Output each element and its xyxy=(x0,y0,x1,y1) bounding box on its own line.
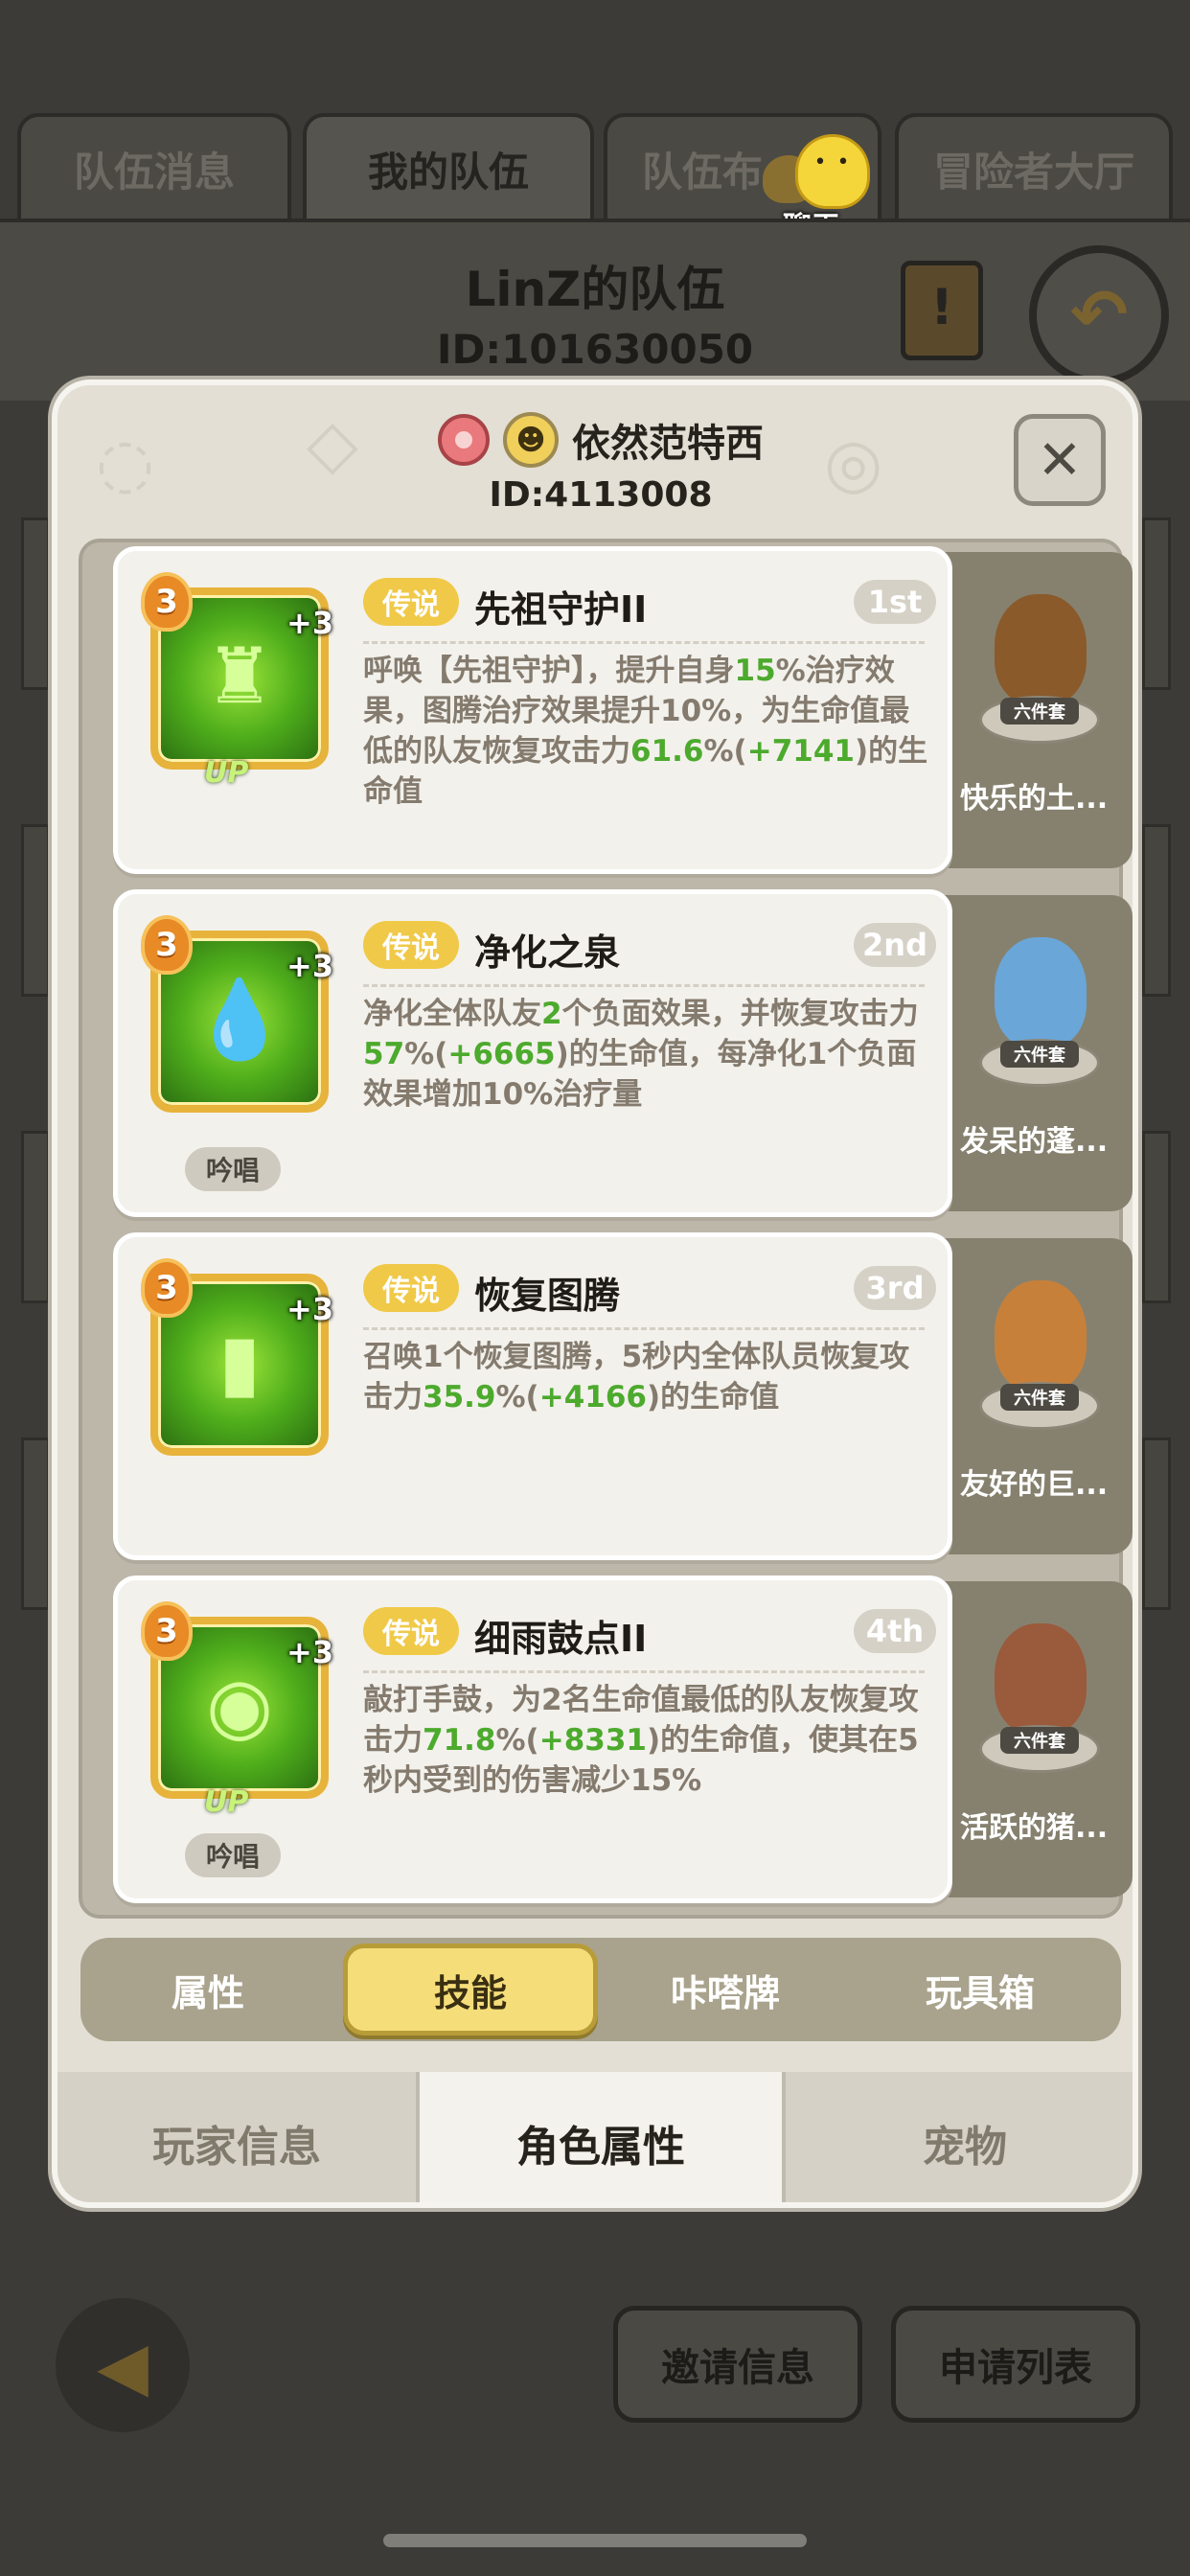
tab-player-info[interactable]: 玩家信息 xyxy=(57,2072,416,2202)
side-decoration xyxy=(21,1131,50,1303)
side-decoration xyxy=(1142,1131,1171,1303)
side-decoration xyxy=(1142,1438,1171,1610)
rarity-badge: 传说 xyxy=(363,578,459,626)
totem-pole-icon: ▮ xyxy=(217,1318,262,1407)
skill-description: 敲打手鼓，为2名生命值最低的队友恢复攻击力71.8%(+8331)的生命值，使其… xyxy=(363,1683,919,1798)
skill-list[interactable]: 六件套 快乐的土... 六件套 发呆的蓬... 六件套 友好的巨... 六件套 … xyxy=(79,539,1133,1919)
rarity-badge: 传说 xyxy=(363,921,459,969)
skill-card[interactable]: ◉ UP 3 +3 吟唱 传说 细雨鼓点II 4th 敲打手鼓，为2名生命值最低… xyxy=(113,1576,952,1903)
skill-title: 细雨鼓点II xyxy=(474,1618,648,1660)
player-info-modal: ◌ ◇ ◎ ☻ 依然范特西 ID:4113008 ✕ 六件套 快乐的土... 六… xyxy=(52,380,1138,2208)
totem-icon: ♜ xyxy=(205,632,274,721)
skill-title: 恢复图腾 xyxy=(474,1275,621,1317)
tab-adventurer-hall[interactable]: 冒险者大厅 xyxy=(895,113,1173,220)
pet-name: 活跃的猪... xyxy=(960,1811,1109,1845)
plus-level: +3 xyxy=(286,605,334,641)
skill-card[interactable]: ♜ UP 3 +3 传说 先祖守护II 1st 呼唤【先祖守护】，提升自身15%… xyxy=(113,546,952,874)
level-badge: 3 xyxy=(141,1258,193,1318)
pet-name: 快乐的土... xyxy=(960,782,1109,816)
side-decoration xyxy=(1142,518,1171,690)
pet-icon xyxy=(995,1623,1087,1735)
pet-icon xyxy=(995,1280,1087,1392)
level-badge: 3 xyxy=(141,1601,193,1661)
divider xyxy=(363,641,925,644)
plus-level: +3 xyxy=(286,948,334,984)
pet-set-badge: 六件套 xyxy=(1000,1384,1079,1411)
tab-my-team[interactable]: 我的队伍 xyxy=(303,113,594,220)
close-button[interactable]: ✕ xyxy=(1014,414,1106,506)
rank-badge: 3rd xyxy=(854,1266,936,1310)
pet-slot[interactable]: 六件套 活跃的猪... xyxy=(941,1581,1133,1898)
side-decoration xyxy=(1142,824,1171,997)
team-name: LinZ的队伍 xyxy=(465,262,725,317)
side-decoration xyxy=(21,1438,50,1610)
tab-toybox[interactable]: 玩具箱 xyxy=(853,1938,1108,2041)
divider xyxy=(363,1327,925,1330)
pet-set-badge: 六件套 xyxy=(1000,698,1079,724)
upgrade-tag: UP xyxy=(204,1785,249,1819)
plus-level: +3 xyxy=(286,1634,334,1670)
skill-card[interactable]: 💧 3 +3 吟唱 传说 净化之泉 2nd 净化全体队友2个负面效果，并恢复攻击… xyxy=(113,889,952,1217)
side-decoration xyxy=(21,518,50,690)
pet-slot[interactable]: 六件套 友好的巨... xyxy=(941,1238,1133,1554)
bottom-tab-bar: 玩家信息 角色属性 宠物 xyxy=(57,2072,1133,2202)
rank-badge: 1st xyxy=(854,580,936,624)
home-indicator[interactable] xyxy=(383,2534,807,2547)
player-id: ID:4113008 xyxy=(489,475,713,515)
skill-description: 呼唤【先祖守护】，提升自身15%治疗效果，图腾治疗效果提升10%，为生命值最低的… xyxy=(363,654,928,809)
pet-figure: 六件套 xyxy=(979,1271,1100,1434)
rarity-badge: 传说 xyxy=(363,1607,459,1655)
side-decoration xyxy=(21,824,50,997)
scroll-icon[interactable] xyxy=(901,261,983,360)
tab-attributes[interactable]: 属性 xyxy=(80,1938,335,2041)
pet-slot[interactable]: 六件套 快乐的土... xyxy=(941,552,1133,868)
back-arrow-icon[interactable] xyxy=(56,2298,190,2432)
drum-icon: ◉ xyxy=(206,1661,273,1750)
pet-slot[interactable]: 六件套 发呆的蓬... xyxy=(941,895,1133,1211)
tab-pets[interactable]: 宠物 xyxy=(786,2072,1133,2202)
apply-list-button[interactable]: 申请列表 xyxy=(891,2306,1140,2423)
invite-info-button[interactable]: 邀请信息 xyxy=(613,2306,862,2423)
chant-badge: 吟唱 xyxy=(185,1147,281,1191)
plus-level: +3 xyxy=(286,1291,334,1327)
divider xyxy=(363,984,925,987)
tab-character-attributes[interactable]: 角色属性 xyxy=(416,2072,786,2202)
skill-description: 召唤1个恢复图腾，5秒内全体队员恢复攻击力35.9%(+4166)的生命值 xyxy=(363,1340,910,1414)
tab-team-messages[interactable]: 队伍消息 xyxy=(17,113,291,220)
key-icon xyxy=(438,414,490,466)
pet-icon xyxy=(995,594,1087,705)
pet-icon xyxy=(995,937,1087,1048)
upgrade-tag: UP xyxy=(204,756,249,790)
team-id: ID:101630050 xyxy=(436,326,754,373)
pet-figure: 六件套 xyxy=(979,1614,1100,1777)
rank-badge: 4th xyxy=(854,1609,936,1653)
tab-cards[interactable]: 咔嗒牌 xyxy=(598,1938,853,2041)
skill-title: 先祖守护II xyxy=(474,588,648,631)
pet-figure: 六件套 xyxy=(979,928,1100,1091)
tab-skills[interactable]: 技能 xyxy=(343,1944,598,2036)
chant-badge: 吟唱 xyxy=(185,1833,281,1877)
level-badge: 3 xyxy=(141,915,193,975)
droplet-icon: 💧 xyxy=(192,975,287,1064)
rank-badge: 2nd xyxy=(854,923,936,967)
pet-set-badge: 六件套 xyxy=(1000,1727,1079,1754)
avatar[interactable]: ☻ xyxy=(503,412,559,468)
pet-name: 发呆的蓬... xyxy=(960,1125,1109,1159)
return-icon[interactable] xyxy=(1029,245,1169,385)
chat-face-icon xyxy=(795,134,870,209)
skill-description: 净化全体队友2个负面效果，并恢复攻击力57%(+6665)的生命值，每净化1个负… xyxy=(363,997,919,1112)
sub-tab-bar: 属性 技能 咔嗒牌 玩具箱 xyxy=(80,1938,1121,2041)
skill-title: 净化之泉 xyxy=(474,932,621,974)
divider xyxy=(363,1670,925,1673)
level-badge: 3 xyxy=(141,572,193,632)
player-row: ☻ 依然范特西 xyxy=(57,412,1133,468)
rarity-badge: 传说 xyxy=(363,1264,459,1312)
skill-card[interactable]: ▮ 3 +3 传说 恢复图腾 3rd 召唤1个恢复图腾，5秒内全体队员恢复攻击力… xyxy=(113,1232,952,1560)
pet-set-badge: 六件套 xyxy=(1000,1041,1079,1068)
close-icon: ✕ xyxy=(1037,428,1083,492)
pet-figure: 六件套 xyxy=(979,585,1100,748)
pet-name: 友好的巨... xyxy=(960,1468,1109,1502)
player-name: 依然范特西 xyxy=(572,422,764,466)
